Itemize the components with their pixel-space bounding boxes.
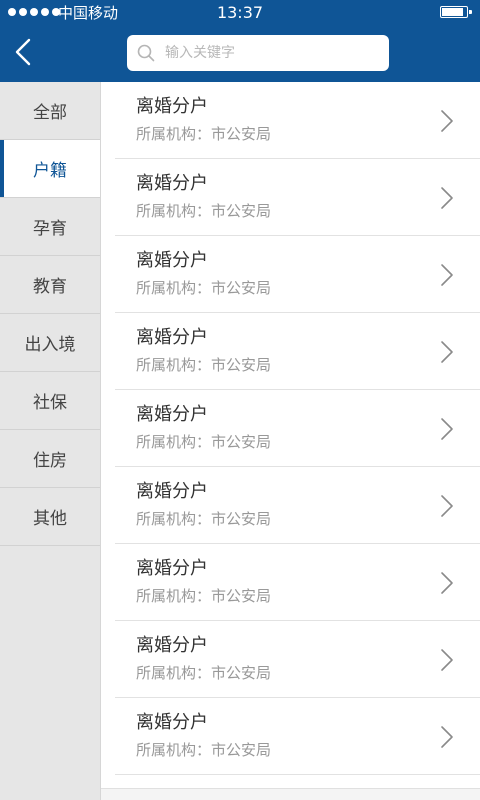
list-item[interactable]: 离婚分户 所属机构：市公安局 (101, 159, 480, 236)
list-item-subtitle: 所属机构：市公安局 (136, 279, 272, 297)
list-bottom-edge (101, 788, 480, 800)
chevron-left-icon (15, 38, 31, 66)
sidebar-item-social-security[interactable]: 社保 (0, 372, 100, 430)
list-item-subtitle: 所属机构：市公安局 (136, 356, 272, 374)
header: 中国移动 13:37 (0, 0, 480, 82)
battery-icon (440, 6, 472, 18)
list-item[interactable]: 离婚分户 所属机构：市公安局 (101, 544, 480, 621)
list-item[interactable]: 离婚分户 所属机构：市公安局 (101, 82, 480, 159)
list-item-title: 离婚分户 (136, 250, 208, 271)
list-item-title: 离婚分户 (136, 96, 208, 117)
sidebar-item-housing[interactable]: 住房 (0, 430, 100, 488)
chevron-right-icon (441, 418, 453, 440)
list-item-title: 离婚分户 (136, 712, 208, 733)
list-item[interactable]: 离婚分户 所属机构：市公安局 (101, 621, 480, 698)
list-item[interactable]: 离婚分户 所属机构：市公安局 (101, 467, 480, 544)
list-item-title: 离婚分户 (136, 173, 208, 194)
search-input[interactable] (163, 44, 367, 62)
status-time: 13:37 (216, 3, 264, 22)
list-item-subtitle: 所属机构：市公安局 (136, 587, 272, 605)
search-bar[interactable] (127, 35, 389, 71)
chevron-right-icon (441, 264, 453, 286)
sidebar-item-childbirth[interactable]: 孕育 (0, 198, 100, 256)
list-item-title: 离婚分户 (136, 635, 208, 656)
chevron-right-icon (441, 341, 453, 363)
list-item-subtitle: 所属机构：市公安局 (136, 433, 272, 451)
list-item-title: 离婚分户 (136, 558, 208, 579)
category-sidebar: 全部 户籍 孕育 教育 出入境 社保 住房 其他 (0, 82, 101, 800)
list-item-title: 离婚分户 (136, 404, 208, 425)
sidebar-item-education[interactable]: 教育 (0, 256, 100, 314)
sidebar-item-other[interactable]: 其他 (0, 488, 100, 546)
chevron-right-icon (441, 110, 453, 132)
chevron-right-icon (441, 495, 453, 517)
list-item-subtitle: 所属机构：市公安局 (136, 202, 272, 220)
service-list: 离婚分户 所属机构：市公安局 离婚分户 所属机构：市公安局 离婚分户 所属机构：… (101, 82, 480, 800)
list-item-title: 离婚分户 (136, 481, 208, 502)
sidebar-item-household-registration[interactable]: 户籍 (0, 140, 100, 198)
list-item-subtitle: 所属机构：市公安局 (136, 741, 272, 759)
sidebar-item-entry-exit[interactable]: 出入境 (0, 314, 100, 372)
search-icon (137, 44, 155, 62)
list-item-subtitle: 所属机构：市公安局 (136, 664, 272, 682)
list-item[interactable]: 离婚分户 所属机构：市公安局 (101, 698, 480, 775)
sidebar-item-all[interactable]: 全部 (0, 82, 100, 140)
chevron-right-icon (441, 572, 453, 594)
list-item[interactable]: 离婚分户 所属机构：市公安局 (101, 390, 480, 467)
back-button[interactable] (8, 34, 38, 70)
status-bar: 中国移动 13:37 (0, 0, 480, 26)
chevron-right-icon (441, 187, 453, 209)
list-item-subtitle: 所属机构：市公安局 (136, 125, 272, 143)
list-item[interactable]: 离婚分户 所属机构：市公安局 (101, 313, 480, 390)
list-item-subtitle: 所属机构：市公安局 (136, 510, 272, 528)
chevron-right-icon (441, 649, 453, 671)
chevron-right-icon (441, 726, 453, 748)
app-screen: 中国移动 13:37 全部 户籍 孕育 教育 出入境 社保 住房 其 (0, 0, 480, 800)
list-item-title: 离婚分户 (136, 327, 208, 348)
list-item[interactable]: 离婚分户 所属机构：市公安局 (101, 236, 480, 313)
